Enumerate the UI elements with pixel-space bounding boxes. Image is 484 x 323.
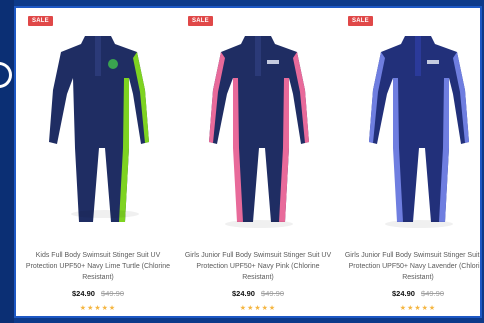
sale-badge: SALE: [348, 16, 373, 26]
product-card[interactable]: SALE Girls Junior Full Body Swimsuit Sti…: [178, 8, 338, 316]
rating-stars: ★★★★★: [399, 305, 437, 312]
product-image[interactable]: [33, 30, 163, 230]
brand-logo: [267, 60, 279, 64]
price-row: $24.90 $49.90: [178, 289, 338, 298]
product-grid-frame: SALE Kids Full Body Swimsuit Stinger Sui…: [14, 6, 482, 318]
product-card[interactable]: SALE Girls Junior Full Body Swimsuit Sti…: [338, 8, 482, 316]
original-price: $49.90: [261, 289, 284, 298]
turtle-logo: [108, 59, 118, 69]
original-price: $49.90: [101, 289, 124, 298]
product-title[interactable]: Kids Full Body Swimsuit Stinger Suit UV …: [22, 250, 174, 283]
rating-stars: ★★★★★: [239, 305, 277, 312]
sale-price: $24.90: [392, 289, 415, 298]
product-image[interactable]: [353, 30, 482, 230]
sale-badge: SALE: [28, 16, 53, 26]
left-panel: [0, 0, 14, 323]
swimsuit-icon: [369, 36, 469, 228]
price-row: $24.90 $49.90: [18, 289, 178, 298]
product-image[interactable]: [193, 30, 323, 230]
product-title[interactable]: Girls Junior Full Body Swimsuit Stinger …: [182, 250, 334, 283]
suit-zipper: [415, 36, 421, 76]
brand-logo: [427, 60, 439, 64]
sale-price: $24.90: [232, 289, 255, 298]
suit-zipper: [95, 36, 101, 76]
suit-zipper: [255, 36, 261, 76]
product-title[interactable]: Girls Junior Full Body Swimsuit Stinger …: [342, 250, 480, 283]
product-grid: SALE Kids Full Body Swimsuit Stinger Sui…: [16, 8, 480, 316]
swimsuit-icon: [209, 36, 309, 228]
sale-price: $24.90: [72, 289, 95, 298]
product-card[interactable]: SALE Kids Full Body Swimsuit Stinger Sui…: [18, 8, 178, 316]
swimsuit-icon: [49, 36, 149, 222]
rating-stars: ★★★★★: [79, 305, 117, 312]
price-row: $24.90 $49.90: [338, 289, 480, 298]
original-price: $49.90: [421, 289, 444, 298]
sale-badge: SALE: [188, 16, 213, 26]
